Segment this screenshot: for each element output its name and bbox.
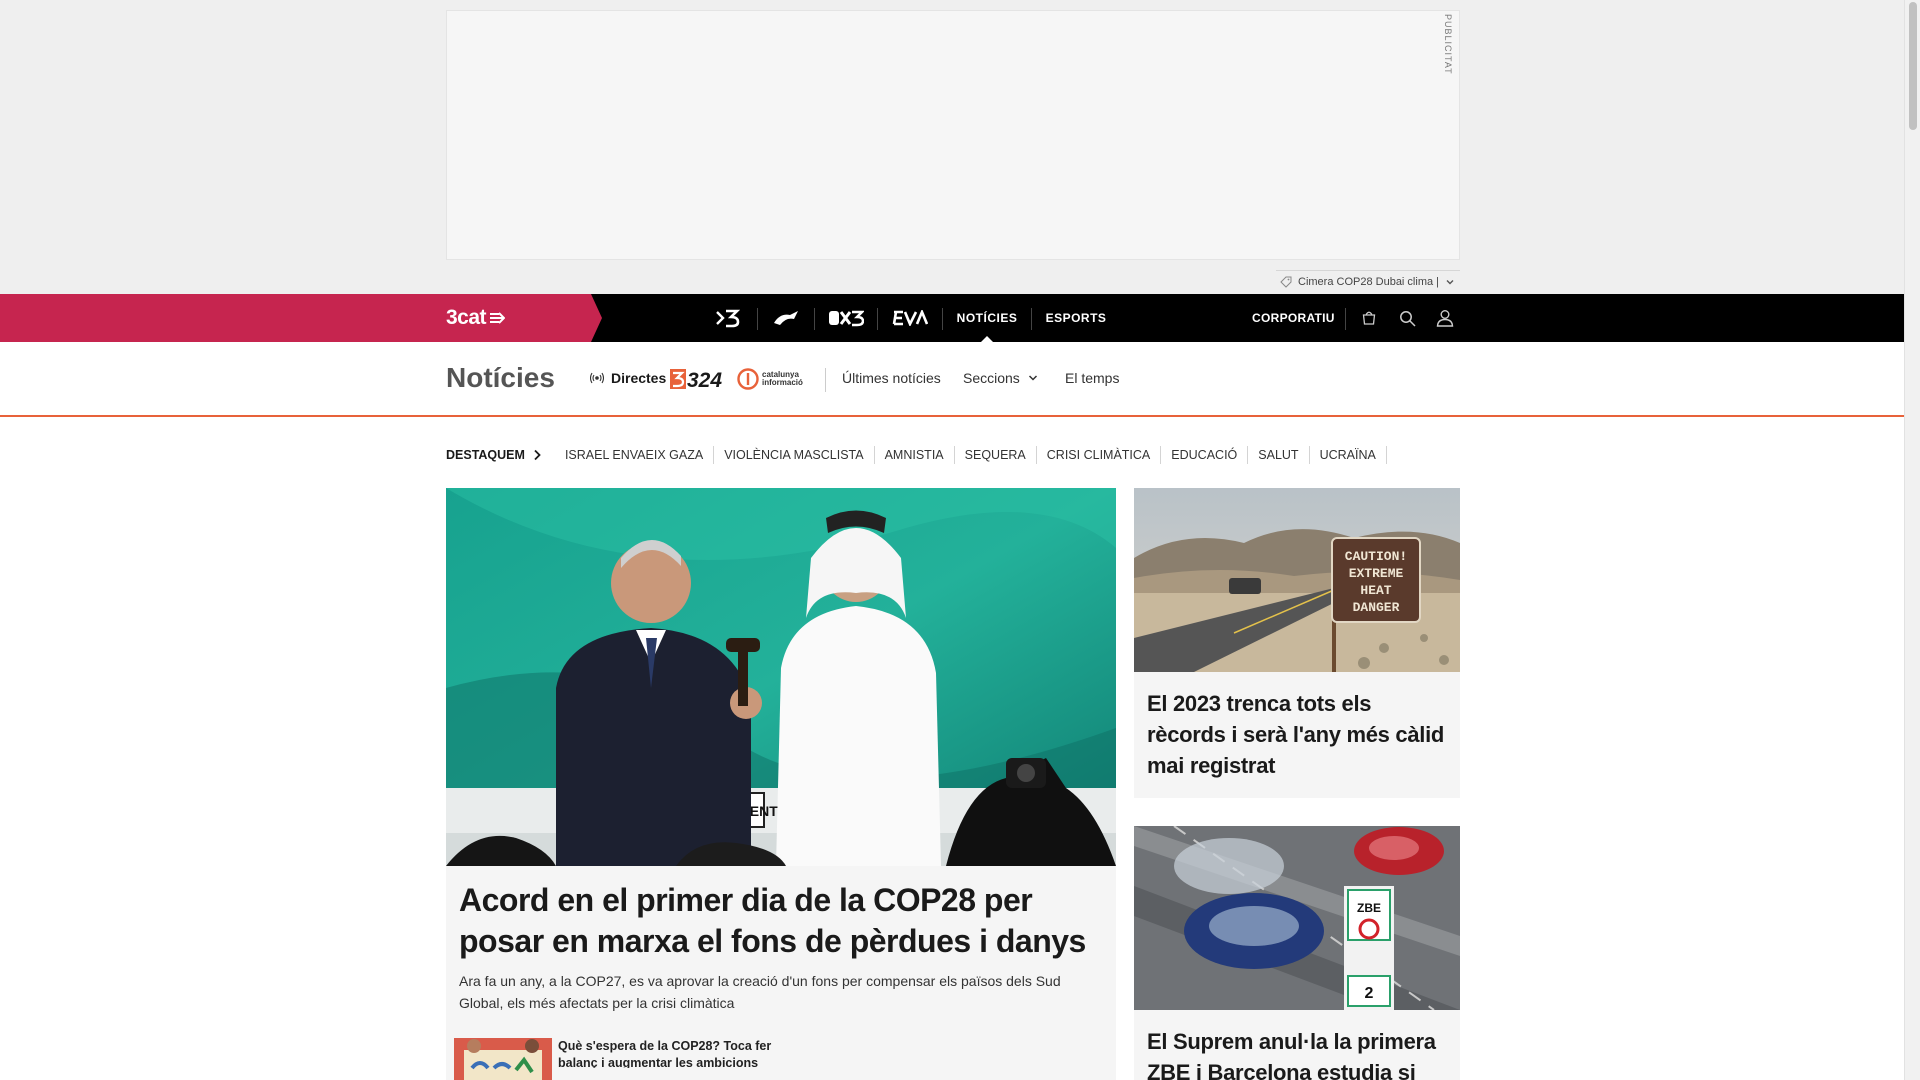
divider (825, 368, 826, 392)
ultimes-noticies-link[interactable]: Últimes notícies (842, 370, 941, 386)
chevron-down-icon (1028, 375, 1037, 381)
ad-banner[interactable] (446, 10, 1460, 260)
brand-arrow-icon (490, 312, 506, 324)
trending-topics: DESTAQUEM ISRAEL ENVAEIX GAZA VIOLÈNCIA … (446, 445, 1387, 465)
section-bar: Notícies Directes 324 catalunya informac… (0, 342, 1904, 417)
related-story-title[interactable]: Què s'espera de la COP28? Toca fer balan… (558, 1038, 778, 1068)
trending-item[interactable]: CRISI CLIMÀTICA (1037, 446, 1162, 464)
svg-text:2: 2 (1365, 985, 1374, 1002)
catradio-logo[interactable] (770, 294, 802, 342)
user-icon[interactable] (1435, 308, 1455, 328)
noticies-link[interactable]: NOTÍCIES (952, 294, 1022, 342)
side-story-card[interactable]: El Suprem anul·la la primera ZBE i Barce… (1134, 1010, 1460, 1080)
side-story-image[interactable]: ZBE 2 (1134, 826, 1460, 1010)
side-story-title[interactable]: El Suprem anul·la la primera ZBE i Barce… (1147, 1026, 1452, 1080)
brand-logo[interactable]: 3cat (446, 306, 506, 330)
trending-item[interactable]: EDUCACIÓ (1161, 446, 1249, 464)
channel-324-icon: 324 (670, 369, 722, 392)
main-story-image[interactable]: COP 27 PRESIDENT (446, 488, 1116, 866)
search-icon[interactable] (1397, 308, 1417, 328)
destaquem-link[interactable]: DESTAQUEM (446, 448, 541, 462)
channel-324-logo[interactable]: 324 (670, 368, 722, 392)
trending-item[interactable]: UCRAÏNA (1310, 446, 1387, 464)
divider (1031, 308, 1032, 330)
directes-label: Directes (611, 370, 667, 386)
el-temps-link[interactable]: El temps (1065, 370, 1119, 386)
tv3-logo[interactable] (712, 294, 744, 342)
svg-text:324: 324 (687, 369, 722, 390)
divider (1345, 308, 1346, 330)
catradio-icon (774, 311, 798, 325)
divider (757, 308, 758, 330)
tag-icon (1280, 276, 1292, 288)
trending-item[interactable]: SEQUERA (955, 446, 1037, 464)
divider (814, 308, 815, 330)
topic-dropdown[interactable]: Cimera COP28 Dubai clima | (1276, 270, 1460, 292)
svg-text:CAUTION!: CAUTION! (1345, 549, 1407, 564)
trending-item[interactable]: AMNISTIA (875, 446, 955, 464)
destaquem-label: DESTAQUEM (446, 448, 525, 462)
seccions-dropdown[interactable]: Seccions (963, 370, 1039, 386)
trending-item[interactable]: VIOLÈNCIA MASCLISTA (714, 446, 875, 464)
eva-logo[interactable] (890, 294, 930, 342)
scrollbar-thumb[interactable] (1909, 2, 1917, 130)
side-story-title[interactable]: El 2023 trenca tots els rècords i serà l… (1147, 688, 1452, 781)
sx3-logo[interactable] (826, 294, 866, 342)
main-story-card[interactable]: Acord en el primer dia de la COP28 per p… (446, 866, 1116, 1080)
eva-icon (892, 310, 928, 326)
live-broadcast-icon (590, 372, 604, 384)
sx3-icon (829, 310, 864, 327)
chevron-right-icon (534, 449, 541, 461)
divider (877, 308, 878, 330)
divider (942, 308, 943, 330)
chevron-down-icon (1446, 279, 1454, 284)
top-navbar: 3cat NOTÍCIES ESPORTS CORPORATIU (0, 294, 1904, 342)
catinfo-label: catalunya informació (762, 370, 803, 387)
side-story-card[interactable]: El 2023 trenca tots els rècords i serà l… (1134, 672, 1460, 798)
catinfo-icon (737, 368, 759, 390)
svg-text:DANGER: DANGER (1353, 600, 1400, 615)
ad-zone: PUBLICITAT Cimera COP28 Dubai clima | (0, 0, 1904, 294)
directes-link[interactable]: Directes (590, 370, 666, 386)
main-story-summary: Ara fa un any, a la COP27, es va aprovar… (459, 973, 1061, 1011)
topic-label: Cimera COP28 Dubai clima | (1298, 275, 1440, 288)
svg-text:ZBE: ZBE (1357, 901, 1381, 915)
trending-item[interactable]: SALUT (1248, 446, 1310, 464)
brand-wedge (0, 294, 602, 342)
shop-icon[interactable] (1359, 308, 1379, 328)
seccions-label: Seccions (963, 370, 1020, 386)
svg-text:EXTREME: EXTREME (1349, 566, 1404, 581)
esports-link[interactable]: ESPORTS (1044, 294, 1108, 342)
trending-item[interactable]: ISRAEL ENVAEIX GAZA (555, 446, 715, 464)
brand-name: 3cat (446, 306, 487, 329)
main-story-title[interactable]: Acord en el primer dia de la COP28 per p… (459, 880, 1099, 962)
scrollbar[interactable] (1904, 0, 1920, 1080)
related-story-thumbnail[interactable] (454, 1038, 552, 1080)
side-story-image[interactable]: CAUTION! EXTREME HEAT DANGER (1134, 488, 1460, 672)
ad-label: PUBLICITAT (1443, 14, 1453, 75)
svg-text:HEAT: HEAT (1360, 583, 1391, 598)
tv3-icon (716, 309, 741, 328)
catalunya-informacio-logo[interactable]: catalunya informació (737, 368, 807, 390)
page-title[interactable]: Notícies (446, 362, 555, 394)
corporatiu-link[interactable]: CORPORATIU (1252, 294, 1335, 342)
